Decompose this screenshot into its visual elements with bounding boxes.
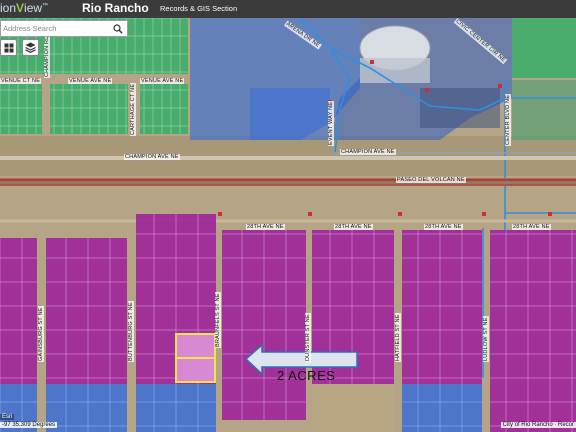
street-label: HATFIELD ST NE <box>395 313 401 362</box>
app-logo[interactable]: ionView™ <box>0 1 48 15</box>
basemap-grid-button[interactable] <box>0 39 17 56</box>
section-title: Records & GIS Section <box>160 4 238 13</box>
logo-tm: ™ <box>42 3 49 9</box>
street-label: CENTER BLVD NE <box>505 93 511 146</box>
layers-icon <box>25 42 36 53</box>
search-button[interactable] <box>109 21 127 36</box>
street-label: CARTHAGE CT NE <box>130 82 136 136</box>
city-title: Rio Rancho <box>82 1 149 15</box>
coordinate-readout: -97 35.309 Degrees <box>0 422 58 428</box>
map-attribution[interactable]: City of Rio Rancho · Recor <box>500 422 576 428</box>
street-label: GAINSBURG ST NE <box>38 306 44 362</box>
address-search-box <box>0 20 128 37</box>
street-label: EVENT WAY NE <box>328 100 334 146</box>
street-label: 28TH AVE NE <box>424 224 463 230</box>
logo-suffix: iew <box>24 1 43 15</box>
app-header: ionView™ Rio Rancho Records & GIS Sectio… <box>0 0 576 18</box>
selected-parcel[interactable] <box>175 333 216 383</box>
logo-prefix: ion <box>0 1 17 15</box>
street-label: CHAMPION AVE NE <box>124 154 180 160</box>
street-label: PASEO DEL VOLCAN NE <box>396 177 466 183</box>
green-parcel-east[interactable] <box>512 18 576 78</box>
layers-button[interactable] <box>22 39 39 56</box>
scale-label: Esri <box>0 414 15 420</box>
callout-text: 2 ACRES <box>277 368 336 383</box>
search-icon <box>113 23 123 34</box>
street-label: 28TH AVE NE <box>246 224 285 230</box>
grid-icon <box>4 43 13 52</box>
street-label: CHAMPION AVE NE <box>340 149 396 155</box>
street-label: DUNSTER ST NE <box>305 313 311 362</box>
street-label: VENUE CT NE <box>0 78 42 84</box>
street-label: VENUE AVE NE <box>140 78 185 84</box>
street-label: 28TH AVE NE <box>334 224 373 230</box>
address-search-input[interactable] <box>1 21 109 36</box>
street-label: LUDLOW ST NE <box>483 316 489 362</box>
street-label: 28TH AVE NE <box>512 224 551 230</box>
acreage-callout: 2 ACRES <box>245 363 359 393</box>
civic-center-parcels[interactable] <box>190 18 512 140</box>
street-label: VENUE AVE NE <box>68 78 113 84</box>
logo-v: V <box>16 1 25 15</box>
street-label: BRAUNFELS ST NE <box>215 292 221 348</box>
map-canvas[interactable]: VENUE CT NE VENUE AVE NE VENUE AVE NE CH… <box>0 18 576 432</box>
street-label: BUTTENBURG ST NE <box>128 301 134 362</box>
